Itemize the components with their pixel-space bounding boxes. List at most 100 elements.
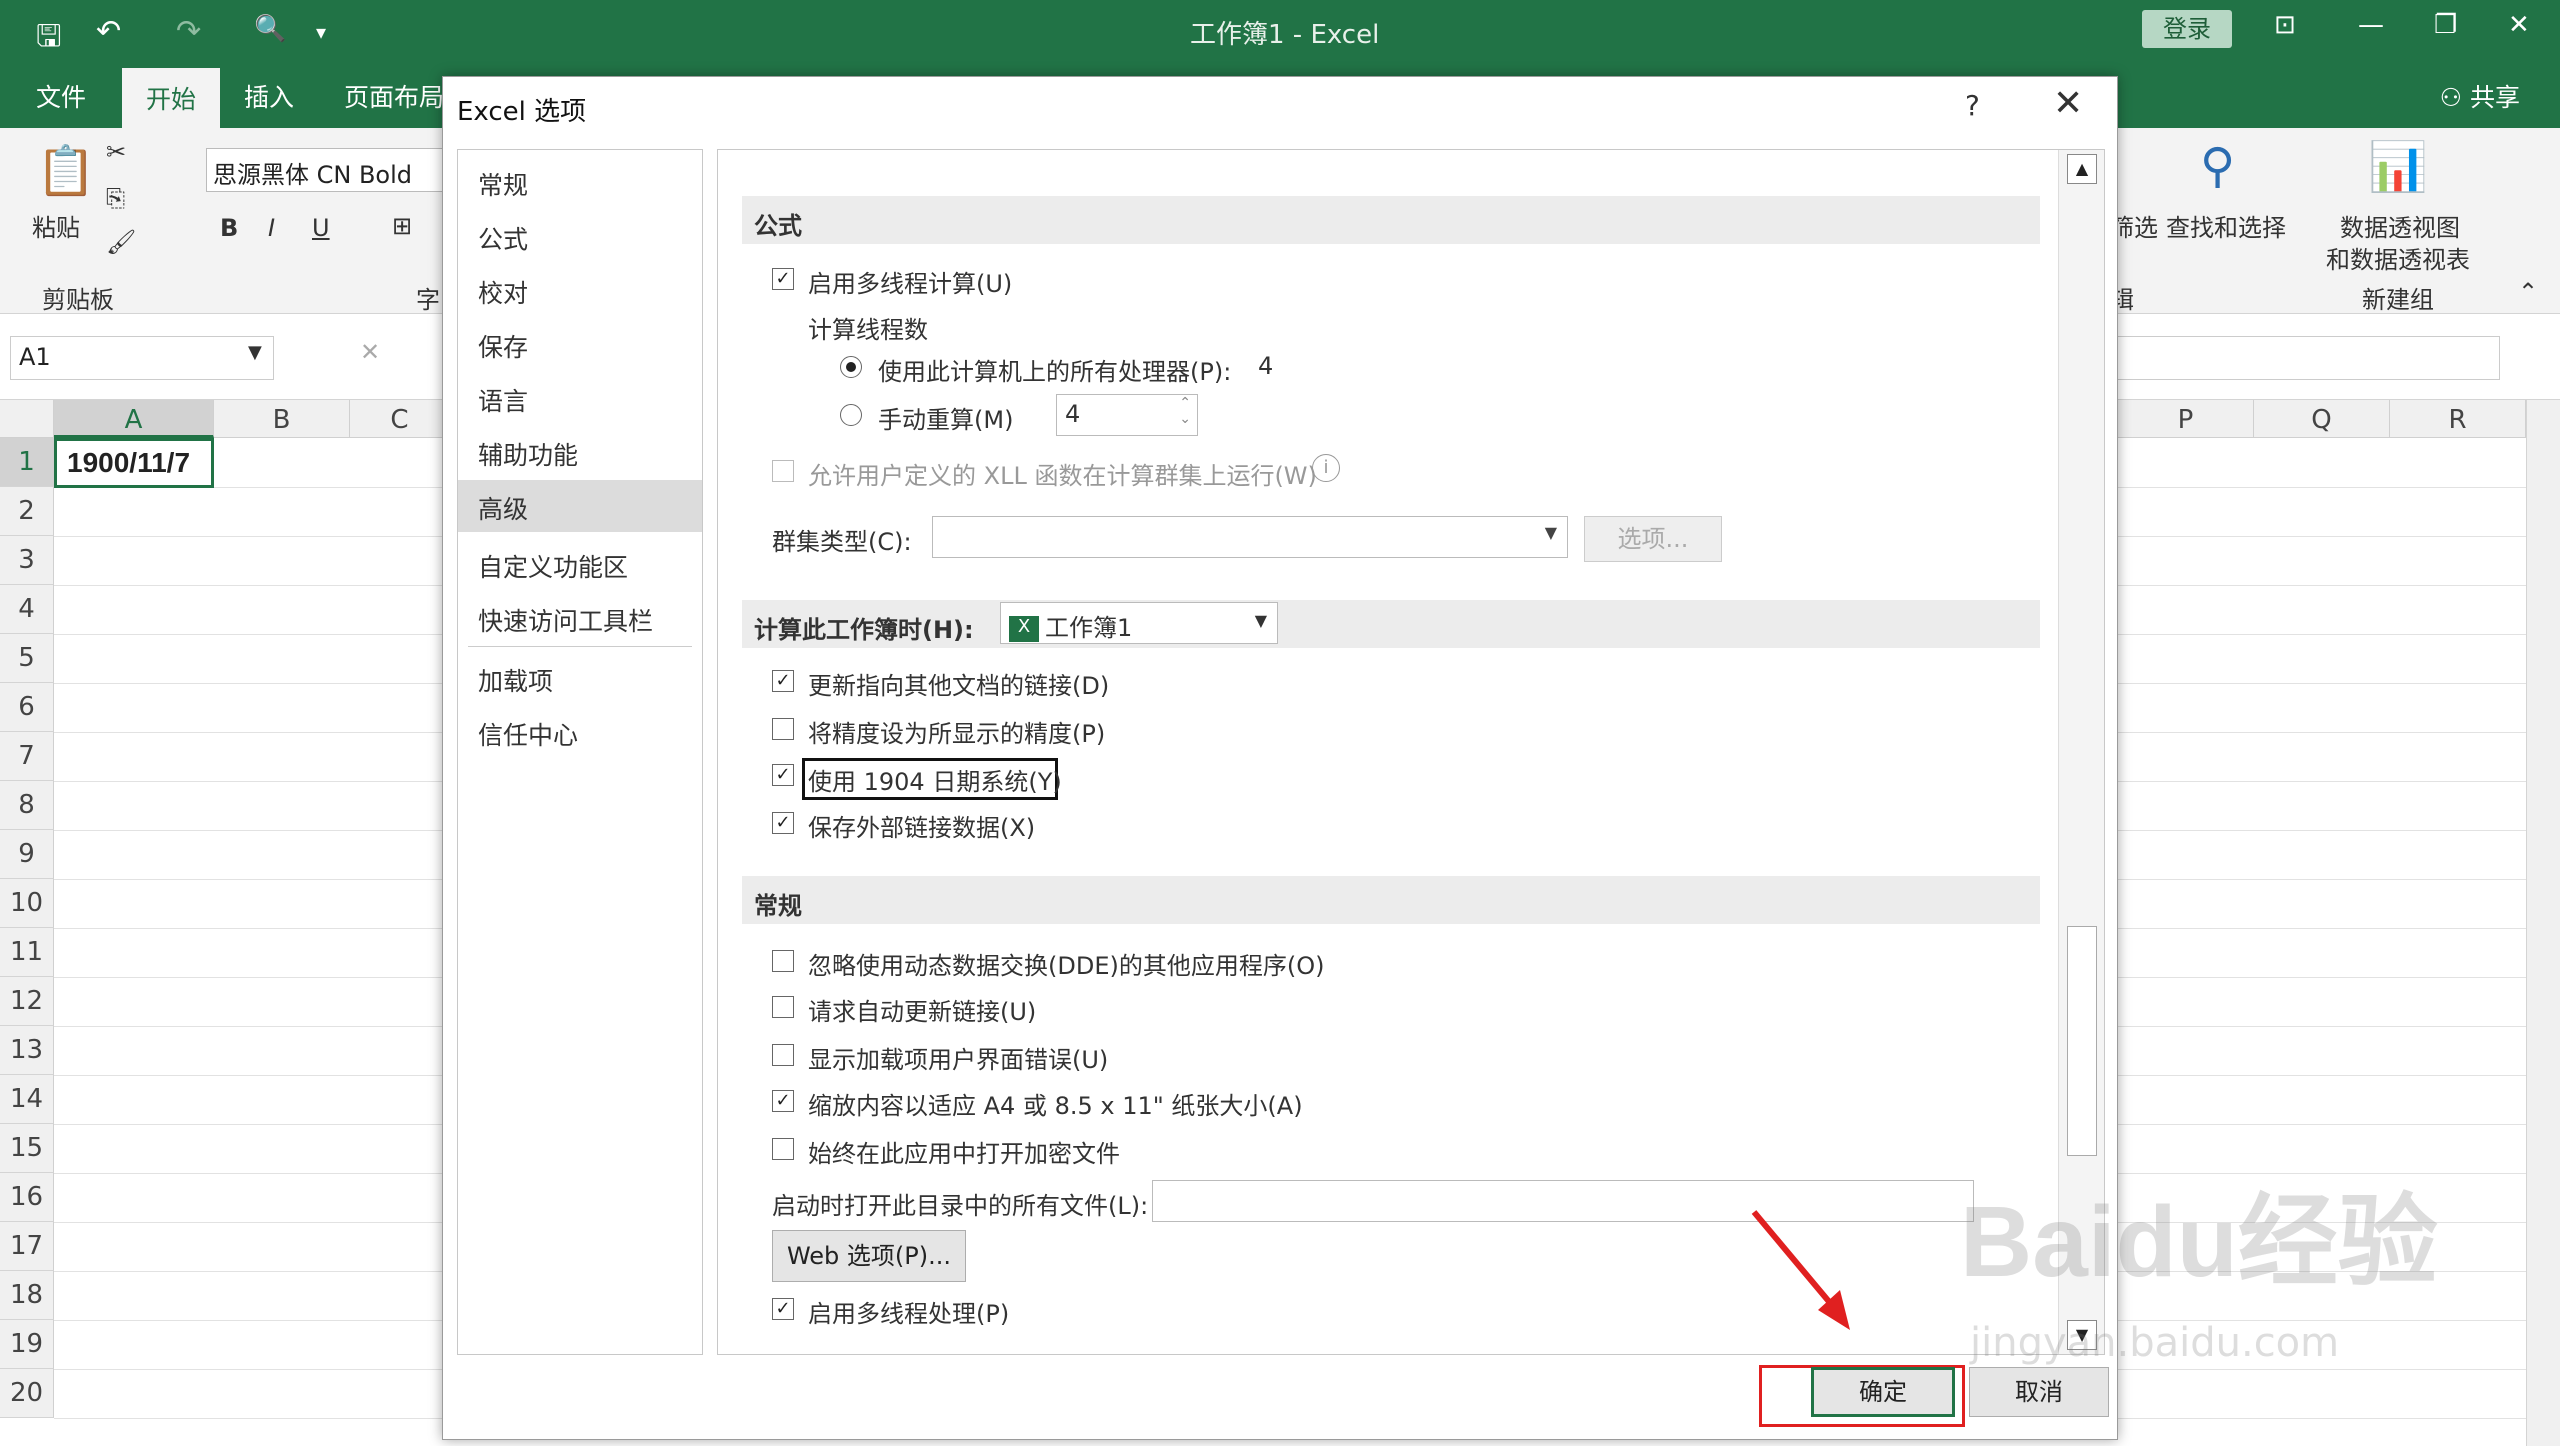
undo-icon[interactable]: ↶ (96, 14, 121, 49)
col-header-q[interactable]: Q (2254, 400, 2390, 438)
save-external-checkbox[interactable]: ✓ (772, 812, 794, 834)
copy-icon[interactable]: ⎘ (106, 184, 125, 212)
nav-proofing[interactable]: 校对 (458, 264, 702, 316)
nav-formulas[interactable]: 公式 (458, 210, 702, 262)
nav-quick-access[interactable]: 快速访问工具栏 (458, 592, 702, 644)
border-icon[interactable]: ⊞ (392, 212, 412, 240)
ignore-dde-checkbox[interactable] (772, 950, 794, 972)
pivot-label-1[interactable]: 数据透视图 (2340, 208, 2460, 243)
pivot-chart-icon[interactable]: 📊 (2368, 138, 2428, 195)
tab-page-layout[interactable]: 页面布局 (344, 78, 444, 114)
print-preview-icon[interactable]: 🔍 (254, 14, 286, 44)
row-header[interactable]: 12 (0, 977, 54, 1026)
paste-label[interactable]: 粘贴 (32, 208, 80, 243)
name-box[interactable]: A1 (10, 336, 274, 380)
nav-save[interactable]: 保存 (458, 318, 702, 370)
nav-customize-ribbon[interactable]: 自定义功能区 (458, 538, 702, 590)
xll-checkbox[interactable] (772, 460, 794, 482)
all-processors-radio[interactable] (840, 356, 862, 378)
auto-update-links-checkbox[interactable] (772, 996, 794, 1018)
row-header[interactable]: 20 (0, 1369, 54, 1418)
row-header[interactable]: 9 (0, 830, 54, 879)
row-header[interactable]: 6 (0, 683, 54, 732)
share-button[interactable]: ⚇ 共享 (2440, 78, 2520, 114)
row-header[interactable]: 8 (0, 781, 54, 830)
underline-button[interactable]: U (312, 214, 330, 242)
redo-icon[interactable]: ↷ (176, 14, 201, 49)
precision-checkbox[interactable] (772, 718, 794, 740)
bold-button[interactable]: B (220, 214, 238, 242)
manual-radio[interactable] (840, 404, 862, 426)
formula-input[interactable] (2100, 336, 2500, 380)
row-header[interactable]: 10 (0, 879, 54, 928)
pivot-label-2[interactable]: 和数据透视表 (2326, 240, 2470, 275)
nav-addins[interactable]: 加载项 (458, 652, 702, 704)
addin-errors-checkbox[interactable] (772, 1044, 794, 1066)
multithread-proc-checkbox[interactable]: ✓ (772, 1298, 794, 1320)
row-header[interactable]: 4 (0, 585, 54, 634)
tab-file[interactable]: 文件 (36, 78, 86, 114)
namebox-dropdown-icon[interactable]: ▼ (248, 342, 262, 363)
row-header[interactable]: 17 (0, 1222, 54, 1271)
row-header[interactable]: 1 (0, 438, 54, 487)
row-header[interactable]: 15 (0, 1124, 54, 1173)
font-name-select[interactable]: 思源黑体 CN Bold (206, 148, 446, 192)
ribbon-display-icon[interactable]: ⊡ (2274, 10, 2296, 40)
save-icon[interactable]: 🖫 (36, 14, 62, 65)
nav-accessibility[interactable]: 辅助功能 (458, 426, 702, 478)
cancel-button[interactable]: 取消 (1969, 1367, 2109, 1417)
row-header[interactable]: 18 (0, 1271, 54, 1320)
col-header-a[interactable]: A (54, 400, 214, 438)
close-window-icon[interactable]: ✕ (2508, 10, 2530, 40)
select-all[interactable] (0, 400, 54, 438)
manual-thread-stepper[interactable]: 4 ⌃ ⌄ (1056, 394, 1198, 436)
help-icon[interactable]: ? (1965, 89, 1980, 122)
nav-general[interactable]: 常规 (458, 156, 702, 208)
col-header-p[interactable]: P (2118, 400, 2254, 438)
row-header[interactable]: 3 (0, 536, 54, 585)
row-header[interactable]: 14 (0, 1075, 54, 1124)
ok-button[interactable]: 确定 (1811, 1367, 1955, 1417)
col-header-r[interactable]: R (2390, 400, 2526, 438)
update-links-checkbox[interactable]: ✓ (772, 670, 794, 692)
multithread-checkbox[interactable]: ✓ (772, 268, 794, 290)
login-button[interactable]: 登录 (2142, 10, 2232, 48)
open-encrypted-checkbox[interactable] (772, 1138, 794, 1160)
row-header[interactable]: 7 (0, 732, 54, 781)
find-icon[interactable]: ⚲ (2200, 138, 2235, 194)
italic-button[interactable]: I (268, 214, 275, 242)
row-header[interactable]: 19 (0, 1320, 54, 1369)
cancel-formula-icon[interactable]: ✕ (360, 338, 380, 366)
row-header[interactable]: 11 (0, 928, 54, 977)
close-icon[interactable]: ✕ (2053, 83, 2083, 124)
nav-advanced[interactable]: 高级 (458, 480, 702, 532)
tab-home[interactable]: 开始 (122, 68, 221, 128)
scroll-thumb[interactable] (2067, 926, 2097, 1156)
minimize-icon[interactable]: — (2358, 10, 2384, 40)
web-options-button[interactable]: Web 选项(P)... (772, 1230, 966, 1282)
scroll-up-icon[interactable]: ▲ (2067, 154, 2097, 184)
scale-paper-checkbox[interactable]: ✓ (772, 1090, 794, 1112)
tab-insert[interactable]: 插入 (244, 78, 294, 114)
nav-language[interactable]: 语言 (458, 372, 702, 424)
sheet-vertical-scrollbar[interactable] (2526, 400, 2560, 1446)
workbook-select[interactable]: X 工作簿1 ▼ (1000, 602, 1278, 644)
row-header[interactable]: 13 (0, 1026, 54, 1075)
row-header[interactable]: 5 (0, 634, 54, 683)
collapse-ribbon-icon[interactable]: ⌃ (2518, 278, 2538, 306)
stepper-arrows-icon[interactable]: ⌃ ⌄ (1179, 395, 1191, 427)
cut-icon[interactable]: ✂ (106, 138, 126, 166)
cell-a1[interactable]: 1900/11/7 (54, 438, 214, 488)
customize-qat-icon[interactable]: ▾ (316, 20, 326, 44)
date1904-checkbox[interactable]: ✓ (772, 764, 794, 786)
row-header[interactable]: 16 (0, 1173, 54, 1222)
find-select-label[interactable]: 查找和选择 (2166, 208, 2286, 243)
col-header-c[interactable]: C (350, 400, 450, 438)
restore-icon[interactable]: ❐ (2434, 10, 2457, 40)
info-icon[interactable]: i (1312, 454, 1340, 482)
nav-trust-center[interactable]: 信任中心 (458, 706, 702, 758)
paste-icon[interactable]: 📋 (36, 142, 96, 199)
cluster-options-button[interactable]: 选项... (1584, 516, 1722, 562)
format-painter-icon[interactable]: 🖌 (106, 228, 136, 256)
cluster-type-select[interactable]: ▼ (932, 516, 1568, 558)
